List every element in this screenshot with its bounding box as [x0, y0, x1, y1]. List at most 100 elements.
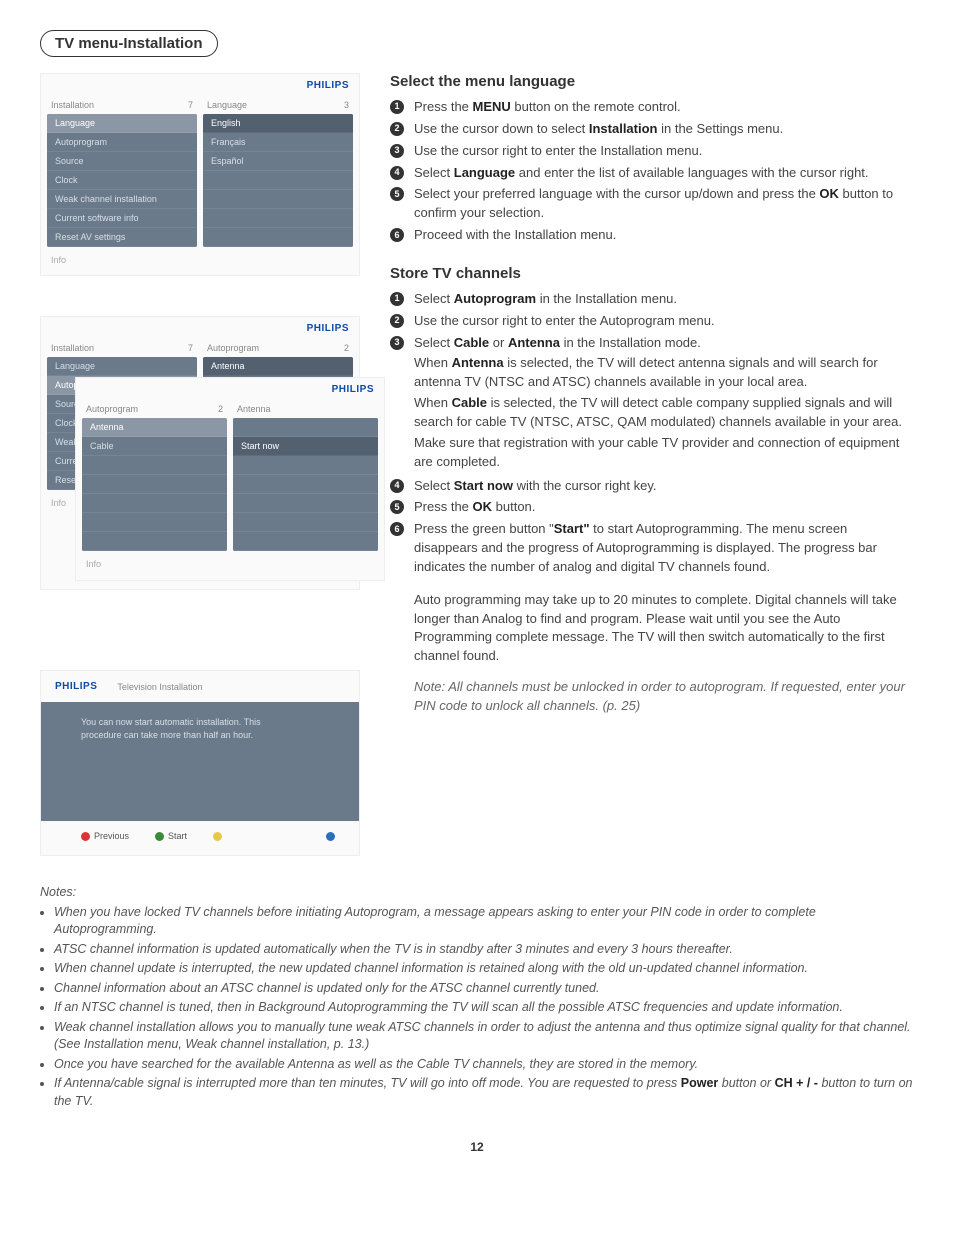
- menu-item: Français: [203, 133, 353, 152]
- menu-item: Antenna: [82, 418, 227, 437]
- inline-note: Note: All channels must be unlocked in o…: [414, 678, 914, 716]
- menu-item: Language: [47, 357, 197, 376]
- step-badge: 2: [390, 122, 404, 136]
- step-badge: 1: [390, 292, 404, 306]
- step-text: Press the MENU button on the remote cont…: [414, 98, 914, 117]
- section-heading-language: Select the menu language: [390, 73, 914, 90]
- menu-item: Antenna: [203, 357, 353, 376]
- language-steps: 1 Press the MENU button on the remote con…: [390, 98, 914, 245]
- step-text: Select your preferred language with the …: [414, 185, 914, 223]
- panel-header: Language: [207, 100, 247, 110]
- blue-dot-icon: [326, 832, 335, 841]
- previous-button: Previous: [81, 831, 129, 841]
- note-item: When you have locked TV channels before …: [54, 904, 914, 939]
- note-item: If Antenna/cable signal is interrupted m…: [54, 1075, 914, 1110]
- menu-item: [203, 190, 353, 209]
- menu-item: [82, 494, 227, 513]
- brand-logo: PHILIPS: [307, 80, 349, 91]
- install-message: procedure can take more than half an hou…: [81, 729, 319, 742]
- panel-count: 2: [218, 404, 223, 414]
- panel-count: 3: [344, 100, 349, 110]
- note-item: ATSC channel information is updated auto…: [54, 941, 914, 959]
- yellow-dot-icon: [213, 832, 222, 841]
- menu-item: [233, 456, 378, 475]
- panel-count: 2: [344, 343, 349, 353]
- panel-footer: Info: [47, 247, 353, 269]
- menu-item: Start now: [233, 437, 378, 456]
- menu-item: [82, 475, 227, 494]
- step-badge: 6: [390, 522, 404, 536]
- store-steps: 1 Select Autoprogram in the Installation …: [390, 290, 914, 716]
- step-text: Select Language and enter the list of av…: [414, 164, 914, 183]
- menu-item: Español: [203, 152, 353, 171]
- step-badge: 3: [390, 336, 404, 350]
- yellow-button: [213, 831, 226, 841]
- panel-header: Installation: [51, 100, 94, 110]
- start-button: Start: [155, 831, 187, 841]
- panel-header: Installation: [51, 343, 94, 353]
- step-badge: 5: [390, 187, 404, 201]
- panel-footer: Info: [82, 551, 378, 573]
- step-text: Press the green button "Start" to start …: [414, 520, 914, 716]
- note-item: Once you have searched for the available…: [54, 1056, 914, 1074]
- menu-item: Cable: [82, 437, 227, 456]
- red-dot-icon: [81, 832, 90, 841]
- step-text: Select Cable or Antenna in the Installat…: [414, 334, 914, 474]
- blue-button: [326, 831, 339, 841]
- menu-item: Language: [47, 114, 197, 133]
- note-item: If an NTSC channel is tuned, then in Bac…: [54, 999, 914, 1017]
- step-badge: 3: [390, 144, 404, 158]
- step-text: Use the cursor right to enter the Autopr…: [414, 312, 914, 331]
- section-heading-store: Store TV channels: [390, 265, 914, 282]
- install-message: You can now start automatic installation…: [81, 716, 319, 729]
- menu-item: Reset AV settings: [47, 228, 197, 247]
- menu-item: [203, 228, 353, 247]
- menu-item: [82, 513, 227, 532]
- step-badge: 4: [390, 166, 404, 180]
- step-text: Select Start now with the cursor right k…: [414, 477, 914, 496]
- menu-item: [82, 532, 227, 551]
- tv-screen-install: PHILIPS Television Installation You can …: [40, 670, 360, 856]
- step-badge: 5: [390, 500, 404, 514]
- menu-item: [82, 456, 227, 475]
- step-text: Proceed with the Installation menu.: [414, 226, 914, 245]
- step-text: Use the cursor down to select Installati…: [414, 120, 914, 139]
- install-title: Television Installation: [117, 682, 202, 692]
- brand-logo: PHILIPS: [55, 681, 97, 692]
- note-item: Weak channel installation allows you to …: [54, 1019, 914, 1054]
- notes-title: Notes:: [40, 884, 914, 902]
- brand-logo: PHILIPS: [307, 323, 349, 334]
- panel-header: Autoprogram: [86, 404, 138, 414]
- brand-logo: PHILIPS: [332, 384, 374, 395]
- panel-count: 7: [188, 343, 193, 353]
- tv-screen-autoprogram: PHILIPS Installation 7 Language Autoprogr…: [40, 316, 360, 590]
- step-text: Press the OK button.: [414, 498, 914, 517]
- step-badge: 4: [390, 479, 404, 493]
- menu-item: Source: [47, 152, 197, 171]
- menu-item: [233, 418, 378, 437]
- note-item: Channel information about an ATSC channe…: [54, 980, 914, 998]
- step-badge: 2: [390, 314, 404, 328]
- menu-item: [233, 532, 378, 551]
- tv-screen-language: PHILIPS Installation 7 Language Autoprogr…: [40, 73, 360, 276]
- step-text: Select Autoprogram in the Installation m…: [414, 290, 914, 309]
- step-badge: 1: [390, 100, 404, 114]
- menu-item: Clock: [47, 171, 197, 190]
- menu-item: Weak channel installation: [47, 190, 197, 209]
- menu-item: [203, 171, 353, 190]
- note-item: When channel update is interrupted, the …: [54, 960, 914, 978]
- menu-item: [233, 513, 378, 532]
- panel-header: Antenna: [237, 404, 271, 414]
- panel-count: 7: [188, 100, 193, 110]
- step-badge: 6: [390, 228, 404, 242]
- menu-item: English: [203, 114, 353, 133]
- menu-item: [233, 475, 378, 494]
- page-number: 12: [40, 1140, 914, 1154]
- menu-item: Current software info: [47, 209, 197, 228]
- menu-item: [203, 209, 353, 228]
- menu-item: Autoprogram: [47, 133, 197, 152]
- notes-section: Notes: When you have locked TV channels …: [40, 884, 914, 1110]
- step-text: Use the cursor right to enter the Instal…: [414, 142, 914, 161]
- page-title: TV menu-Installation: [40, 30, 218, 57]
- green-dot-icon: [155, 832, 164, 841]
